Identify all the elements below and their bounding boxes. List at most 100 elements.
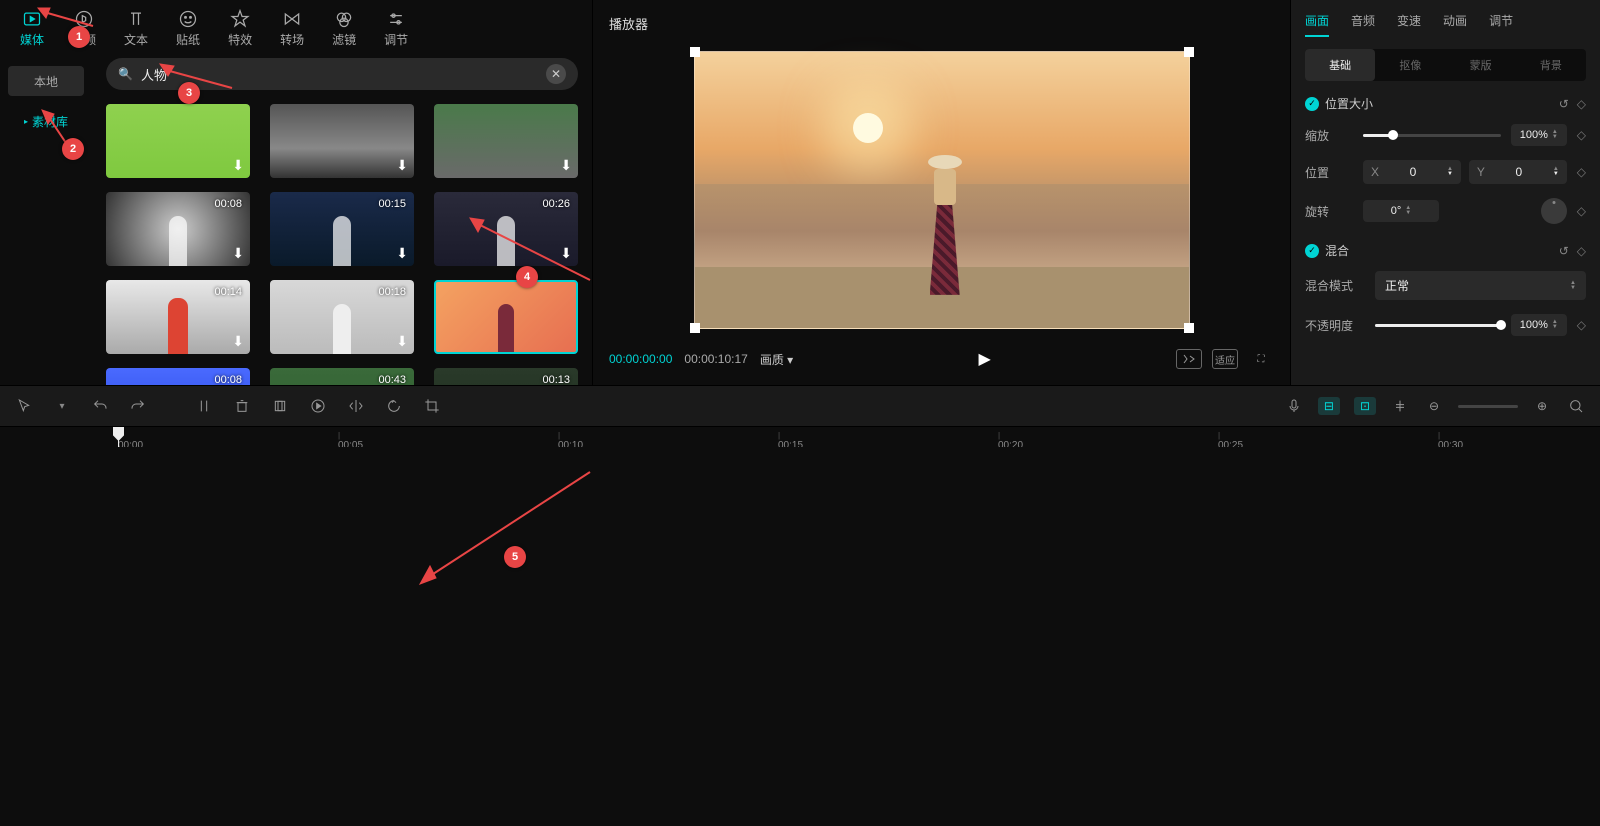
download-icon[interactable]: ⬇ [560, 245, 572, 262]
media-thumb[interactable]: 00:14⬇ [106, 280, 250, 354]
speed-icon[interactable] [308, 396, 328, 416]
resize-handle[interactable] [690, 47, 700, 57]
zoom-fit-icon[interactable] [1566, 396, 1586, 416]
media-thumb[interactable]: ⬇ [106, 104, 250, 178]
playhead[interactable] [118, 427, 119, 447]
prop-tab-anim[interactable]: 动画 [1443, 12, 1467, 37]
rotate-dial[interactable] [1541, 198, 1567, 224]
subtab-cutout[interactable]: 抠像 [1375, 49, 1445, 81]
blend-mode-select[interactable]: 正常▲▼ [1375, 271, 1586, 300]
resize-handle[interactable] [1184, 323, 1194, 333]
top-tabs: 媒体 音频 文本 贴纸 特效 转场 [0, 0, 592, 48]
zoom-in-icon[interactable]: ⊕ [1532, 396, 1552, 416]
tab-effect[interactable]: 特效 [228, 8, 252, 48]
media-icon [20, 8, 44, 29]
check-icon[interactable]: ✓ [1305, 244, 1319, 258]
search-icon: 🔍 [118, 67, 133, 81]
clear-search-button[interactable]: ✕ [546, 64, 566, 84]
resize-handle[interactable] [1184, 47, 1194, 57]
search-input[interactable] [141, 67, 538, 82]
download-icon[interactable]: ⬇ [232, 333, 244, 350]
redo-icon[interactable] [128, 396, 148, 416]
cursor-tool[interactable] [14, 396, 34, 416]
tab-sticker[interactable]: 贴纸 [176, 8, 200, 48]
mirror-icon[interactable] [346, 396, 366, 416]
media-thumb[interactable]: 00:13⬇ [434, 368, 578, 385]
scale-value[interactable]: 100%▲▼ [1511, 124, 1567, 146]
keyframe-icon[interactable]: ◇ [1577, 318, 1586, 332]
keyframe-icon[interactable]: ◇ [1577, 204, 1586, 218]
crop-icon[interactable] [270, 396, 290, 416]
scale-slider[interactable] [1363, 134, 1501, 137]
opacity-value[interactable]: 100%▲▼ [1511, 314, 1567, 336]
delete-icon[interactable] [232, 396, 252, 416]
media-thumb[interactable]: 00:08⬇ [106, 192, 250, 266]
download-icon[interactable]: ⬇ [396, 245, 408, 262]
rotate-input[interactable]: 0°▲▼ [1363, 200, 1439, 222]
keyframe-icon[interactable]: ◇ [1577, 128, 1586, 142]
annotation-badge: 5 [504, 546, 526, 568]
timeline-ruler[interactable]: 00:00 00:05 00:10 00:15 00:20 00:25 00:3… [118, 427, 1600, 447]
media-thumb[interactable]: 00:18⬇ [270, 280, 414, 354]
text-icon [124, 8, 148, 29]
play-button[interactable]: ▶ [805, 349, 1164, 369]
link-icon[interactable]: ⊡ [1354, 397, 1376, 415]
download-icon[interactable]: ⬇ [560, 157, 572, 174]
align-icon[interactable] [1390, 396, 1410, 416]
media-thumb[interactable]: 00:08⬇ [106, 368, 250, 385]
magnet-icon[interactable]: ⊟ [1318, 397, 1340, 415]
download-icon[interactable]: ⬇ [232, 157, 244, 174]
reset-icon[interactable]: ↺ [1559, 97, 1569, 111]
pos-y-input[interactable]: Y0▲▼ [1469, 160, 1567, 184]
prop-tab-video[interactable]: 画面 [1305, 12, 1329, 37]
download-icon[interactable]: ⬇ [396, 157, 408, 174]
download-icon[interactable]: ⬇ [232, 245, 244, 262]
tab-text[interactable]: 文本 [124, 8, 148, 48]
crop2-icon[interactable] [422, 396, 442, 416]
fullscreen-icon[interactable]: ⛶ [1248, 349, 1274, 369]
waveform-icon[interactable] [1176, 349, 1202, 369]
prop-tab-speed[interactable]: 变速 [1397, 12, 1421, 37]
keyframe-icon[interactable]: ◇ [1577, 165, 1586, 179]
media-thumb[interactable]: ⬇ [270, 104, 414, 178]
resize-handle[interactable] [690, 323, 700, 333]
keyframe-icon[interactable]: ◇ [1577, 244, 1586, 258]
media-thumb-selected[interactable] [434, 280, 578, 354]
subtab-basic[interactable]: 基础 [1305, 49, 1375, 81]
sidebar-local[interactable]: 本地 [8, 66, 84, 96]
download-icon[interactable]: ⬇ [396, 333, 408, 350]
rotate-icon[interactable] [384, 396, 404, 416]
subtab-bg[interactable]: 背景 [1516, 49, 1586, 81]
prop-tab-adjust[interactable]: 调节 [1489, 12, 1513, 37]
player-title: 播放器 [603, 14, 1280, 41]
tab-audio[interactable]: 音频 [72, 8, 96, 48]
zoom-out-icon[interactable]: ⊖ [1424, 396, 1444, 416]
search-bar[interactable]: 🔍 ✕ [106, 58, 578, 90]
undo-icon[interactable] [90, 396, 110, 416]
sidebar-library[interactable]: ▸素材库 [8, 106, 84, 136]
media-thumb[interactable]: 00:26⬇ [434, 192, 578, 266]
media-thumb[interactable]: 00:15⬇ [270, 192, 414, 266]
check-icon[interactable]: ✓ [1305, 97, 1319, 111]
reset-icon[interactable]: ↺ [1559, 244, 1569, 258]
tab-filter[interactable]: 滤镜 [332, 8, 356, 48]
quality-button[interactable]: 画质 ▾ [760, 351, 793, 368]
prop-tab-audio[interactable]: 音频 [1351, 12, 1375, 37]
zoom-slider[interactable] [1458, 405, 1518, 408]
total-time: 00:00:10:17 [684, 352, 747, 366]
media-thumb[interactable]: 00:43⬇ [270, 368, 414, 385]
split-icon[interactable] [194, 396, 214, 416]
player-viewport[interactable] [603, 41, 1280, 339]
keyframe-icon[interactable]: ◇ [1577, 97, 1586, 111]
tab-transition[interactable]: 转场 [280, 8, 304, 48]
opacity-slider[interactable] [1375, 324, 1501, 327]
subtab-mask[interactable]: 蒙版 [1446, 49, 1516, 81]
dropdown-icon[interactable]: ▾ [52, 396, 72, 416]
pos-x-input[interactable]: X0▲▼ [1363, 160, 1461, 184]
tab-adjust[interactable]: 调节 [384, 8, 408, 48]
effect-icon [228, 8, 252, 29]
media-thumb[interactable]: ⬇ [434, 104, 578, 178]
tab-media[interactable]: 媒体 [20, 8, 44, 48]
mic-icon[interactable] [1284, 396, 1304, 416]
fit-button[interactable]: 适应 [1212, 349, 1238, 369]
